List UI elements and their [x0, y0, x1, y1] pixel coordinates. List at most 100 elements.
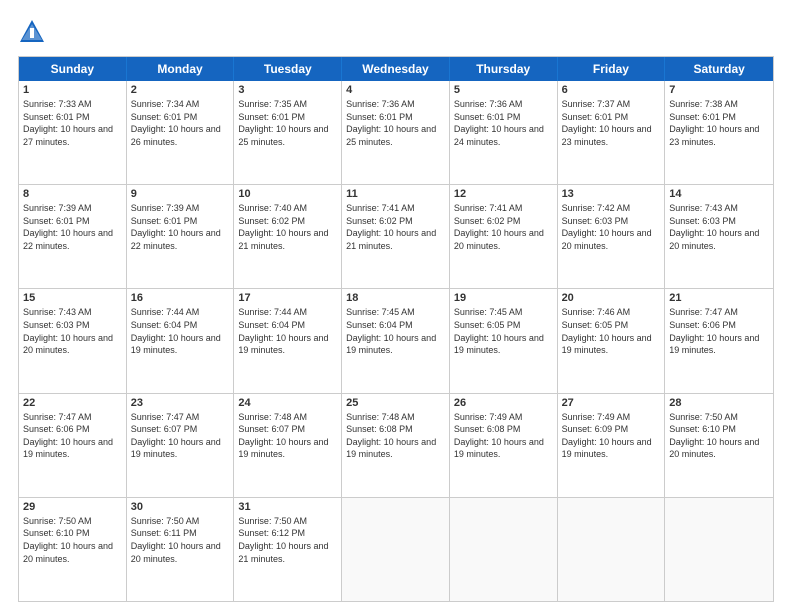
header-cell-monday: Monday: [127, 57, 235, 81]
header-cell-friday: Friday: [558, 57, 666, 81]
day-cell-12: 12 Sunrise: 7:41 AM Sunset: 6:02 PM Dayli…: [450, 185, 558, 288]
day-info: Sunrise: 7:36 AM Sunset: 6:01 PM Dayligh…: [454, 98, 553, 148]
day-cell-5: 5 Sunrise: 7:36 AM Sunset: 6:01 PM Daylig…: [450, 81, 558, 184]
day-info: Sunrise: 7:49 AM Sunset: 6:09 PM Dayligh…: [562, 411, 661, 461]
day-cell-30: 30Sunrise: 7:50 AM Sunset: 6:11 PM Dayli…: [127, 498, 235, 601]
day-cell-24: 24Sunrise: 7:48 AM Sunset: 6:07 PM Dayli…: [234, 394, 342, 497]
calendar: SundayMondayTuesdayWednesdayThursdayFrid…: [18, 56, 774, 602]
day-info: Sunrise: 7:48 AM Sunset: 6:08 PM Dayligh…: [346, 411, 445, 461]
day-cell-26: 26 Sunrise: 7:49 AM Sunset: 6:08 PM Dayli…: [450, 394, 558, 497]
day-number: 22: [23, 397, 122, 409]
day-info: Sunrise: 7:35 AM Sunset: 6:01 PM Dayligh…: [238, 98, 337, 148]
day-number: 14: [669, 188, 769, 200]
day-info: Sunrise: 7:39 AM Sunset: 6:01 PM Dayligh…: [23, 202, 122, 252]
day-cell-17: 17 Sunrise: 7:44 AM Sunset: 6:04 PM Dayli…: [234, 289, 342, 392]
day-info: Sunrise: 7:42 AM Sunset: 6:03 PM Dayligh…: [562, 202, 661, 252]
day-info: Sunrise: 7:50 AM Sunset: 6:10 PM Dayligh…: [23, 515, 122, 565]
cal-row-4: 22 Sunrise: 7:47 AM Sunset: 6:06 PM Dayli…: [19, 393, 773, 497]
day-cell-10: 10Sunrise: 7:40 AM Sunset: 6:02 PM Dayli…: [234, 185, 342, 288]
day-info: Sunrise: 7:47 AM Sunset: 6:07 PM Dayligh…: [131, 411, 230, 461]
day-info: Sunrise: 7:49 AM Sunset: 6:08 PM Dayligh…: [454, 411, 553, 461]
day-number: 21: [669, 292, 769, 304]
day-info: Sunrise: 7:46 AM Sunset: 6:05 PM Dayligh…: [562, 306, 661, 356]
day-info: Sunrise: 7:48 AM Sunset: 6:07 PM Dayligh…: [238, 411, 337, 461]
day-number: 26: [454, 397, 553, 409]
empty-cell: [342, 498, 450, 601]
day-info: Sunrise: 7:47 AM Sunset: 6:06 PM Dayligh…: [23, 411, 122, 461]
cal-row-2: 8 Sunrise: 7:39 AM Sunset: 6:01 PM Daylig…: [19, 184, 773, 288]
day-cell-20: 20 Sunrise: 7:46 AM Sunset: 6:05 PM Dayli…: [558, 289, 666, 392]
day-cell-8: 8 Sunrise: 7:39 AM Sunset: 6:01 PM Daylig…: [19, 185, 127, 288]
empty-cell: [665, 498, 773, 601]
day-info: Sunrise: 7:44 AM Sunset: 6:04 PM Dayligh…: [238, 306, 337, 356]
header-cell-tuesday: Tuesday: [234, 57, 342, 81]
day-number: 11: [346, 188, 445, 200]
day-number: 16: [131, 292, 230, 304]
day-info: Sunrise: 7:50 AM Sunset: 6:12 PM Dayligh…: [238, 515, 337, 565]
day-info: Sunrise: 7:41 AM Sunset: 6:02 PM Dayligh…: [454, 202, 553, 252]
header-cell-wednesday: Wednesday: [342, 57, 450, 81]
day-number: 4: [346, 84, 445, 96]
day-number: 9: [131, 188, 230, 200]
day-number: 3: [238, 84, 337, 96]
day-cell-14: 14 Sunrise: 7:43 AM Sunset: 6:03 PM Dayli…: [665, 185, 773, 288]
day-number: 20: [562, 292, 661, 304]
day-number: 23: [131, 397, 230, 409]
day-number: 28: [669, 397, 769, 409]
day-cell-7: 7 Sunrise: 7:38 AM Sunset: 6:01 PM Daylig…: [665, 81, 773, 184]
day-number: 15: [23, 292, 122, 304]
day-number: 12: [454, 188, 553, 200]
day-info: Sunrise: 7:39 AM Sunset: 6:01 PM Dayligh…: [131, 202, 230, 252]
header-cell-thursday: Thursday: [450, 57, 558, 81]
day-number: 5: [454, 84, 553, 96]
day-number: 6: [562, 84, 661, 96]
day-cell-16: 16 Sunrise: 7:44 AM Sunset: 6:04 PM Dayli…: [127, 289, 235, 392]
day-info: Sunrise: 7:47 AM Sunset: 6:06 PM Dayligh…: [669, 306, 769, 356]
day-info: Sunrise: 7:36 AM Sunset: 6:01 PM Dayligh…: [346, 98, 445, 148]
day-number: 30: [131, 501, 230, 513]
day-info: Sunrise: 7:38 AM Sunset: 6:01 PM Dayligh…: [669, 98, 769, 148]
header: [18, 18, 774, 46]
day-number: 19: [454, 292, 553, 304]
day-number: 1: [23, 84, 122, 96]
day-number: 13: [562, 188, 661, 200]
cal-row-1: 1Sunrise: 7:33 AM Sunset: 6:01 PM Daylig…: [19, 81, 773, 184]
day-cell-6: 6 Sunrise: 7:37 AM Sunset: 6:01 PM Daylig…: [558, 81, 666, 184]
day-info: Sunrise: 7:44 AM Sunset: 6:04 PM Dayligh…: [131, 306, 230, 356]
day-cell-31: 31 Sunrise: 7:50 AM Sunset: 6:12 PM Dayli…: [234, 498, 342, 601]
day-number: 29: [23, 501, 122, 513]
day-cell-27: 27Sunrise: 7:49 AM Sunset: 6:09 PM Dayli…: [558, 394, 666, 497]
empty-cell: [450, 498, 558, 601]
logo-icon: [18, 18, 46, 46]
day-cell-22: 22 Sunrise: 7:47 AM Sunset: 6:06 PM Dayli…: [19, 394, 127, 497]
day-info: Sunrise: 7:34 AM Sunset: 6:01 PM Dayligh…: [131, 98, 230, 148]
header-cell-saturday: Saturday: [665, 57, 773, 81]
day-info: Sunrise: 7:45 AM Sunset: 6:04 PM Dayligh…: [346, 306, 445, 356]
day-info: Sunrise: 7:37 AM Sunset: 6:01 PM Dayligh…: [562, 98, 661, 148]
header-cell-sunday: Sunday: [19, 57, 127, 81]
day-info: Sunrise: 7:43 AM Sunset: 6:03 PM Dayligh…: [669, 202, 769, 252]
day-number: 10: [238, 188, 337, 200]
day-info: Sunrise: 7:41 AM Sunset: 6:02 PM Dayligh…: [346, 202, 445, 252]
day-cell-4: 4 Sunrise: 7:36 AM Sunset: 6:01 PM Daylig…: [342, 81, 450, 184]
day-number: 2: [131, 84, 230, 96]
day-number: 25: [346, 397, 445, 409]
day-number: 17: [238, 292, 337, 304]
day-number: 7: [669, 84, 769, 96]
day-cell-11: 11 Sunrise: 7:41 AM Sunset: 6:02 PM Dayli…: [342, 185, 450, 288]
day-number: 18: [346, 292, 445, 304]
day-number: 8: [23, 188, 122, 200]
cal-row-3: 15Sunrise: 7:43 AM Sunset: 6:03 PM Dayli…: [19, 288, 773, 392]
day-cell-2: 2 Sunrise: 7:34 AM Sunset: 6:01 PM Daylig…: [127, 81, 235, 184]
page: SundayMondayTuesdayWednesdayThursdayFrid…: [0, 0, 792, 612]
logo: [18, 18, 50, 46]
day-cell-15: 15Sunrise: 7:43 AM Sunset: 6:03 PM Dayli…: [19, 289, 127, 392]
day-cell-25: 25 Sunrise: 7:48 AM Sunset: 6:08 PM Dayli…: [342, 394, 450, 497]
day-cell-19: 19 Sunrise: 7:45 AM Sunset: 6:05 PM Dayli…: [450, 289, 558, 392]
day-info: Sunrise: 7:45 AM Sunset: 6:05 PM Dayligh…: [454, 306, 553, 356]
day-cell-13: 13 Sunrise: 7:42 AM Sunset: 6:03 PM Dayli…: [558, 185, 666, 288]
day-number: 31: [238, 501, 337, 513]
calendar-body: 1Sunrise: 7:33 AM Sunset: 6:01 PM Daylig…: [19, 81, 773, 601]
day-cell-9: 9 Sunrise: 7:39 AM Sunset: 6:01 PM Daylig…: [127, 185, 235, 288]
day-info: Sunrise: 7:50 AM Sunset: 6:10 PM Dayligh…: [669, 411, 769, 461]
